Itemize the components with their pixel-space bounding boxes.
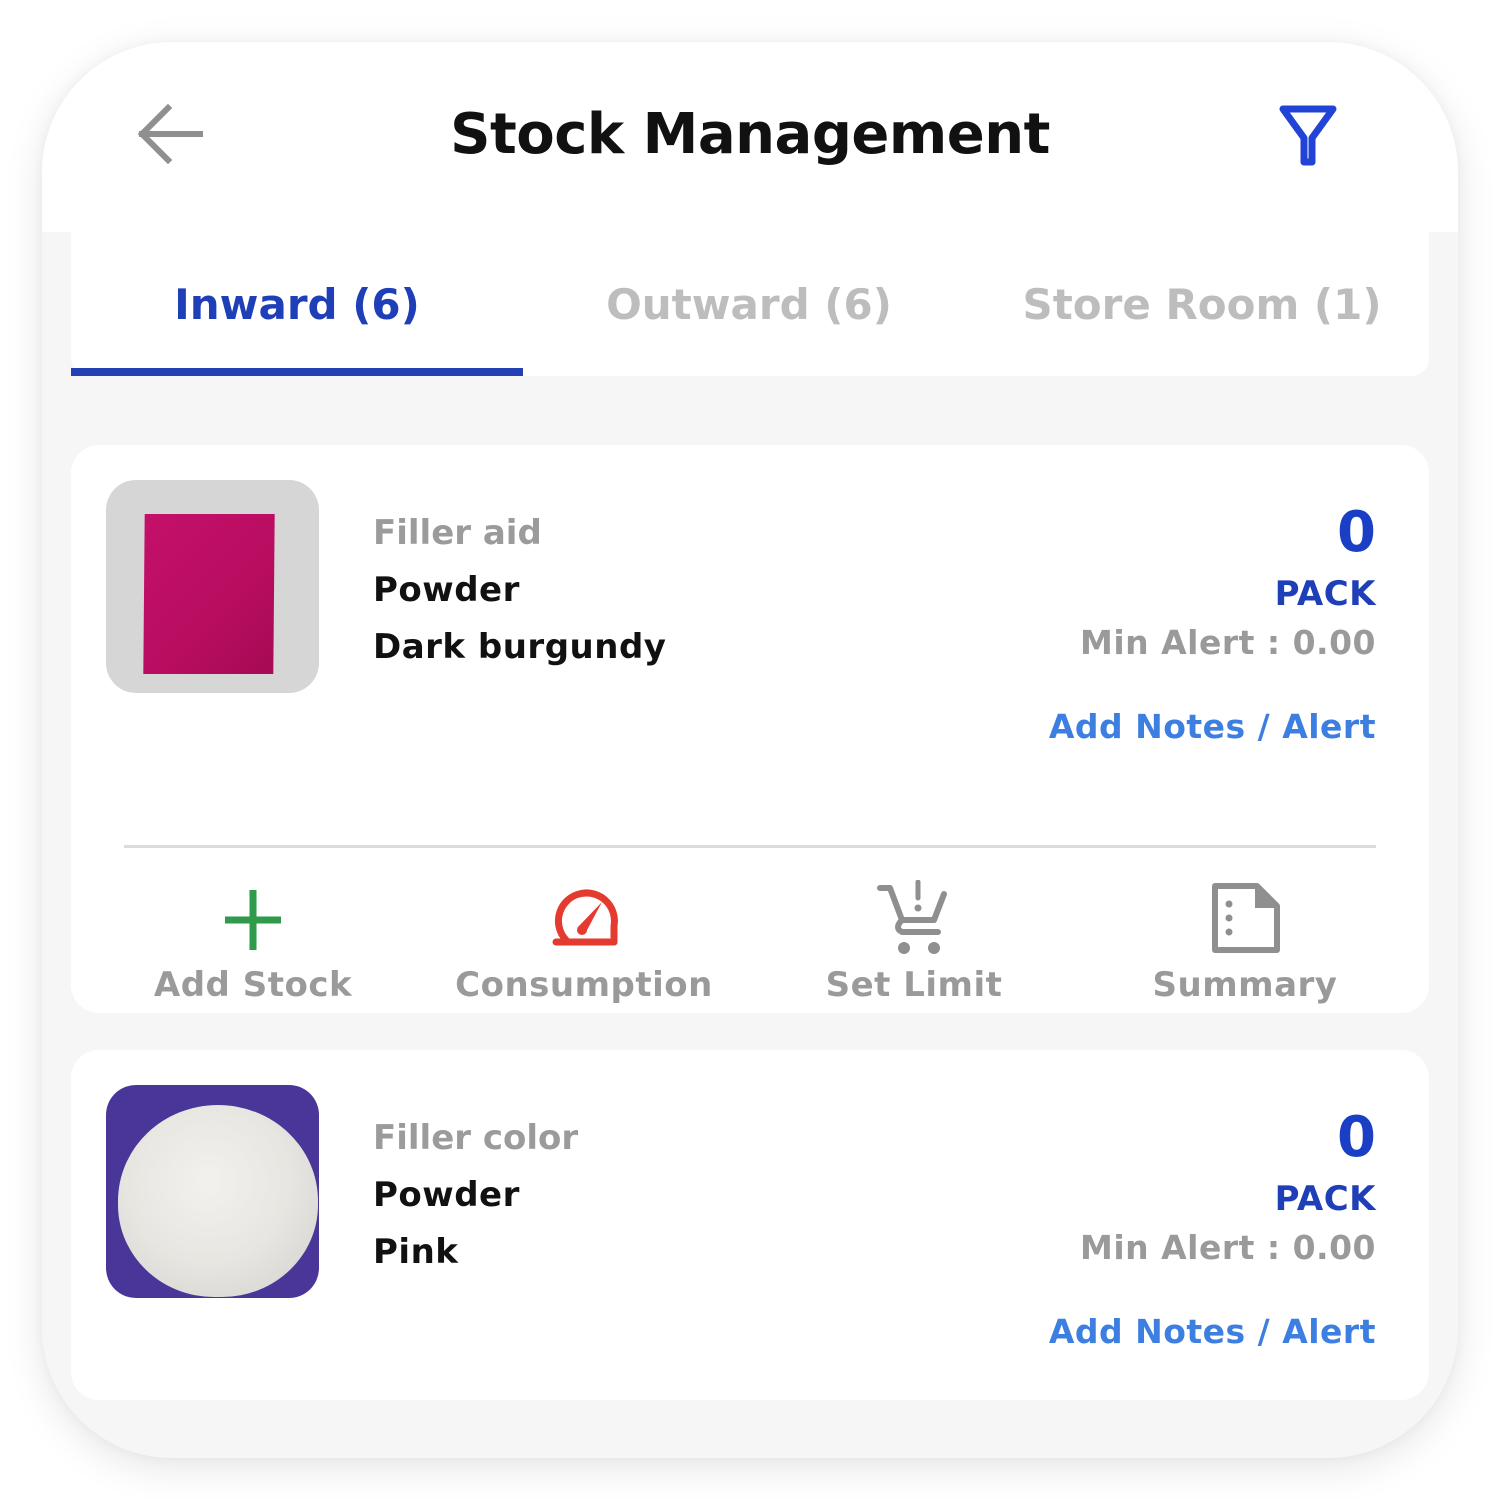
item-quantity: 0 — [1337, 500, 1376, 565]
item-stock-info: 0 PACK Min Alert : 0.00 Add Notes / Aler… — [1049, 1106, 1376, 1356]
app-header: Stock Management — [42, 42, 1458, 232]
add-stock-button[interactable]: Add Stock — [88, 870, 418, 1010]
item-type: Powder — [373, 1175, 520, 1215]
app-screen: Stock Management Inward (6) Outward (6) … — [42, 42, 1458, 1458]
tab-store-room[interactable]: Store Room (1) — [975, 232, 1429, 376]
document-icon — [1212, 883, 1280, 953]
add-notes-alert-link[interactable]: Add Notes / Alert — [1049, 1308, 1376, 1356]
cart-alert-icon — [877, 880, 947, 954]
stock-item-card: Filler color Powder Pink 0 PACK Min Aler… — [71, 1050, 1429, 1400]
tab-inward[interactable]: Inward (6) — [71, 232, 523, 376]
item-unit: PACK — [1274, 574, 1376, 614]
min-alert: Min Alert : 0.00 — [1079, 1228, 1376, 1267]
item-color: Dark burgundy — [373, 627, 667, 667]
summary-button[interactable]: Summary — [1080, 870, 1410, 1010]
stock-item-card: Filler aid Powder Dark burgundy 0 PACK M… — [71, 445, 1429, 1013]
item-quantity: 0 — [1337, 1105, 1376, 1170]
item-image — [106, 480, 319, 693]
add-stock-label: Add Stock — [153, 965, 353, 1005]
filter-funnel-icon — [1279, 105, 1337, 166]
tab-outward[interactable]: Outward (6) — [523, 232, 975, 376]
page-title: Stock Management — [450, 102, 1050, 167]
item-stock-info: 0 PACK Min Alert : 0.00 Add Notes / Aler… — [1049, 501, 1376, 751]
item-category: Filler aid — [373, 513, 542, 553]
min-alert: Min Alert : 0.00 — [1079, 623, 1376, 662]
plus-icon — [225, 890, 281, 950]
item-unit: PACK — [1274, 1179, 1376, 1219]
tab-bar: Inward (6) Outward (6) Store Room (1) — [71, 232, 1429, 376]
set-limit-button[interactable]: Set Limit — [749, 870, 1079, 1010]
item-image — [106, 1085, 319, 1298]
consumption-label: Consumption — [455, 965, 713, 1005]
item-info: Filler color Powder Pink — [373, 1110, 578, 1281]
set-limit-label: Set Limit — [825, 965, 1003, 1005]
summary-label: Summary — [1152, 965, 1338, 1005]
item-actions: Add Stock Consumption Set Limit Summary — [71, 870, 1429, 1010]
item-color: Pink — [373, 1232, 459, 1272]
powder-pile-image — [118, 1105, 318, 1297]
active-tab-indicator — [71, 368, 523, 376]
add-notes-alert-link[interactable]: Add Notes / Alert — [1049, 703, 1376, 751]
speedometer-icon — [552, 889, 618, 946]
filter-button[interactable] — [1278, 104, 1338, 168]
consumption-button[interactable]: Consumption — [419, 870, 749, 1010]
item-type: Powder — [373, 570, 520, 610]
item-info: Filler aid Powder Dark burgundy — [373, 505, 666, 676]
powder-bag-image — [143, 514, 275, 674]
divider — [124, 845, 1376, 848]
item-category: Filler color — [373, 1118, 579, 1158]
